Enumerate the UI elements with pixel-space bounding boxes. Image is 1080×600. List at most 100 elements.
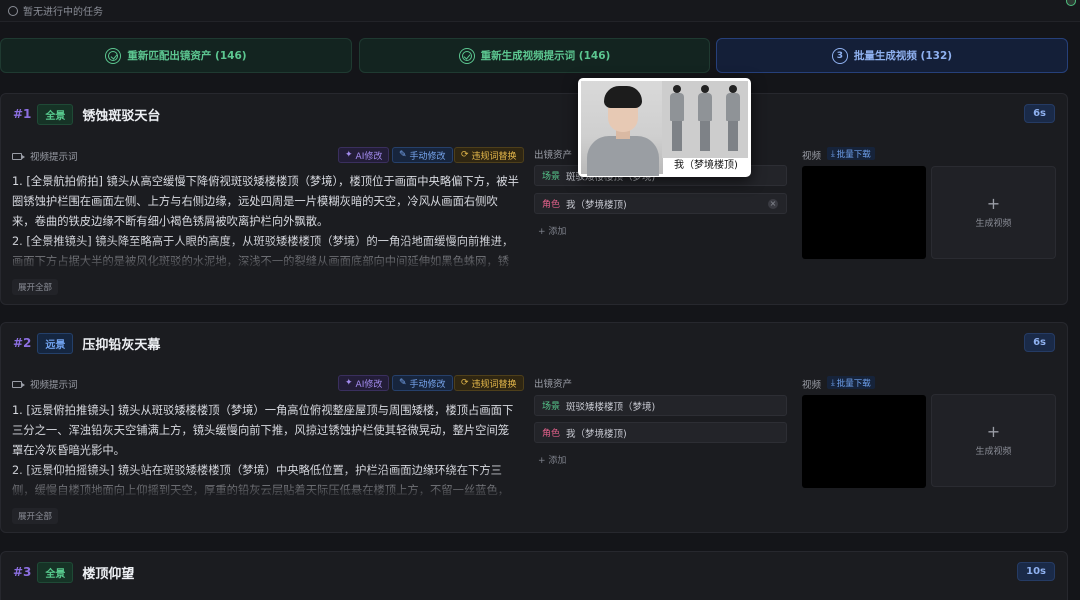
shot-type-tag: 远景 bbox=[37, 332, 74, 354]
hair-shape bbox=[604, 86, 642, 108]
batch-generate-video-button[interactable]: 3 批量生成视频 (132) bbox=[716, 38, 1068, 73]
asset-kind-scene: 场景 bbox=[542, 402, 561, 412]
batch-download-button[interactable]: ⤓ 批量下载 bbox=[827, 376, 875, 389]
asset-kind-role: 角色 bbox=[542, 429, 561, 439]
task-status-text: 暂无进行中的任务 bbox=[23, 7, 103, 18]
refresh-icon: ⟳ bbox=[461, 378, 469, 388]
video-label-text: 视频 bbox=[802, 380, 822, 391]
generate-video-button[interactable]: + 生成视频 bbox=[931, 166, 1056, 259]
manual-edit-label: 手动修改 bbox=[409, 379, 446, 390]
asset-name: 斑驳矮楼楼顶（梦境) bbox=[566, 401, 656, 413]
shot-header: #1 全景 锈蚀斑驳天台 bbox=[13, 103, 161, 125]
check-circle-icon bbox=[458, 47, 475, 64]
ai-edit-button[interactable]: ✦ AI修改 bbox=[338, 375, 390, 391]
replace-words-label: 违规词替换 bbox=[471, 151, 517, 162]
plus-icon: + bbox=[986, 194, 1001, 213]
replace-words-button[interactable]: ⟳ 违规词替换 bbox=[454, 375, 524, 391]
check-circle-icon bbox=[105, 47, 122, 64]
manual-edit-button[interactable]: ✎ 手动修改 bbox=[392, 375, 453, 391]
shot-number: #2 bbox=[13, 336, 32, 350]
batch-download-label: 批量下载 bbox=[836, 149, 871, 160]
duration-badge: 6s bbox=[1024, 333, 1055, 352]
video-camera-icon bbox=[12, 380, 25, 388]
shot-type-tag: 全景 bbox=[37, 561, 74, 583]
top-status-bar: 暂无进行中的任务 bbox=[0, 0, 1080, 22]
batch-download-label: 批量下载 bbox=[836, 378, 871, 389]
edit-pencil-icon: ✎ bbox=[399, 378, 407, 388]
video-prompt-label: 视频提示词 bbox=[12, 149, 78, 163]
ai-edit-button[interactable]: ✦ AI修改 bbox=[338, 147, 390, 163]
generate-video-label: 生成视频 bbox=[975, 219, 1012, 229]
asset-role-row[interactable]: 角色 我（梦境楼顶) bbox=[534, 422, 787, 443]
download-icon: ⤓ bbox=[831, 148, 835, 159]
prompt-line: 1. [全景航拍俯拍] 镜头从高空缓慢下降俯视斑驳矮楼楼顶（梦境），楼顶位于画面… bbox=[12, 175, 519, 228]
asset-scene-row[interactable]: 场景 斑驳矮楼楼顶（梦境) bbox=[534, 395, 787, 416]
video-label: 视频 bbox=[802, 148, 821, 162]
duration-badge: 6s bbox=[1024, 104, 1055, 123]
asset-name: 我（梦境楼顶) bbox=[566, 428, 627, 440]
popup-caption: 我（梦境楼顶) bbox=[664, 158, 748, 174]
add-asset-link[interactable]: + 添加 bbox=[538, 224, 566, 237]
shot-title: 压抑铅灰天幕 bbox=[82, 337, 161, 353]
refresh-icon: ⟳ bbox=[461, 150, 469, 160]
ai-sparkle-icon: ✦ bbox=[345, 150, 353, 160]
shot-type-tag: 全景 bbox=[37, 103, 74, 125]
ai-edit-label: AI修改 bbox=[355, 379, 383, 390]
shot-card-3: #3 全景 楼顶仰望 10s bbox=[0, 551, 1068, 600]
rematch-assets-button[interactable]: 重新匹配出镜资产 (146) bbox=[0, 38, 352, 73]
ai-sparkle-icon: ✦ bbox=[345, 378, 353, 388]
batch-download-button[interactable]: ⤓ 批量下载 bbox=[827, 147, 875, 160]
video-label: 视频 bbox=[802, 377, 821, 391]
status-check-icon bbox=[8, 5, 18, 16]
turnaround-front-figure bbox=[670, 85, 684, 153]
assets-label-text: 出镜资产 bbox=[534, 150, 573, 161]
plus-icon: + bbox=[986, 422, 1001, 441]
video-thumbnail[interactable] bbox=[802, 166, 926, 259]
video-prompt-label-text: 视频提示词 bbox=[30, 152, 78, 163]
prompt-line: 1. [远景俯拍推镜头] 镜头从斑驳矮楼楼顶（梦境）一角高位俯视整座屋顶与周围矮… bbox=[12, 404, 514, 457]
prompt-fade-overlay bbox=[12, 469, 520, 499]
asset-role-row[interactable]: 角色 我（梦境楼顶) × bbox=[534, 193, 787, 214]
download-icon: ⤓ bbox=[831, 377, 835, 388]
step-number-icon: 3 bbox=[831, 47, 848, 64]
shot-header: #3 全景 楼顶仰望 bbox=[13, 561, 135, 583]
turnaround-back-figure bbox=[726, 85, 740, 153]
video-thumbnail[interactable] bbox=[802, 395, 926, 488]
assets-label: 出镜资产 bbox=[534, 147, 572, 161]
character-turnaround-image bbox=[662, 81, 748, 158]
hoodie-shape bbox=[587, 136, 659, 176]
assets-label: 出镜资产 bbox=[534, 376, 572, 390]
task-status: 暂无进行中的任务 bbox=[8, 3, 103, 18]
duration-badge: 10s bbox=[1017, 562, 1055, 581]
replace-words-label: 违规词替换 bbox=[471, 379, 517, 390]
regenerate-prompts-label: 重新生成视频提示词 (146) bbox=[480, 50, 611, 62]
manual-edit-button[interactable]: ✎ 手动修改 bbox=[392, 147, 453, 163]
add-asset-link[interactable]: + 添加 bbox=[538, 453, 566, 466]
shot-header: #2 远景 压抑铅灰天幕 bbox=[13, 332, 161, 354]
video-prompt-label-text: 视频提示词 bbox=[30, 380, 78, 391]
asset-kind-role: 角色 bbox=[542, 200, 561, 210]
remove-asset-icon[interactable]: × bbox=[768, 198, 778, 209]
edit-pencil-icon: ✎ bbox=[399, 150, 407, 160]
asset-kind-scene: 场景 bbox=[542, 172, 561, 182]
prompt-fade-overlay bbox=[12, 240, 520, 270]
shot-title: 锈蚀斑驳天台 bbox=[82, 108, 161, 124]
video-prompt-label: 视频提示词 bbox=[12, 377, 78, 391]
regenerate-prompts-button[interactable]: 重新生成视频提示词 (146) bbox=[359, 38, 710, 73]
rematch-assets-label: 重新匹配出镜资产 (146) bbox=[127, 50, 247, 62]
expand-all-button[interactable]: 展开全部 bbox=[12, 279, 59, 295]
shot-title: 楼顶仰望 bbox=[82, 566, 135, 582]
character-preview-popup: 我（梦境楼顶) bbox=[578, 78, 751, 177]
replace-words-button[interactable]: ⟳ 违规词替换 bbox=[454, 147, 524, 163]
ai-edit-label: AI修改 bbox=[355, 151, 383, 162]
video-label-text: 视频 bbox=[802, 151, 822, 162]
generate-video-label: 生成视频 bbox=[975, 447, 1012, 457]
shot-number: #3 bbox=[13, 565, 32, 579]
manual-edit-label: 手动修改 bbox=[409, 151, 446, 162]
shot-number: #1 bbox=[13, 107, 32, 121]
generate-video-button[interactable]: + 生成视频 bbox=[931, 394, 1056, 487]
notification-dot-icon bbox=[1066, 0, 1076, 6]
expand-all-button[interactable]: 展开全部 bbox=[12, 508, 59, 524]
asset-name: 我（梦境楼顶) bbox=[566, 199, 627, 211]
turnaround-side-figure bbox=[698, 85, 712, 153]
